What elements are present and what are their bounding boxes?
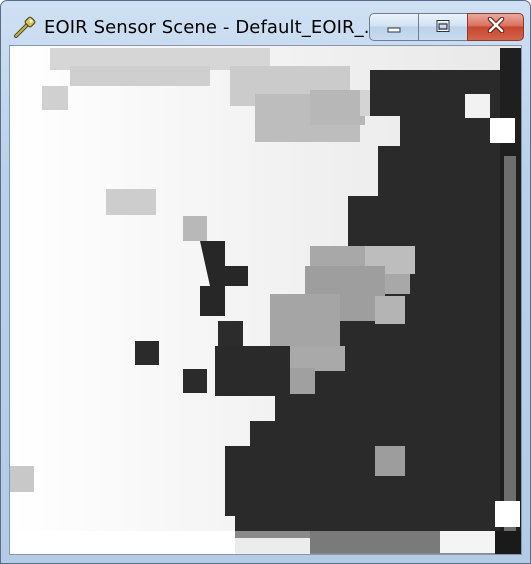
- window-title: EOIR Sensor Scene - Default_EOIR_...: [44, 17, 382, 38]
- close-button[interactable]: [467, 13, 524, 41]
- minimize-icon: [386, 18, 402, 37]
- maximize-button[interactable]: [418, 13, 468, 41]
- sensor-scene-icon: [13, 15, 37, 39]
- maximize-icon: [435, 18, 451, 37]
- minimize-button[interactable]: [369, 13, 419, 41]
- sensor-scene-view[interactable]: [9, 45, 522, 555]
- eoir-sensor-scene-window: EOIR Sensor Scene - Default_EOIR_...: [0, 0, 531, 564]
- window-controls: [369, 13, 524, 43]
- close-icon: [487, 16, 505, 37]
- title-bar[interactable]: EOIR Sensor Scene - Default_EOIR_...: [1, 1, 530, 45]
- sensor-image: [10, 46, 521, 554]
